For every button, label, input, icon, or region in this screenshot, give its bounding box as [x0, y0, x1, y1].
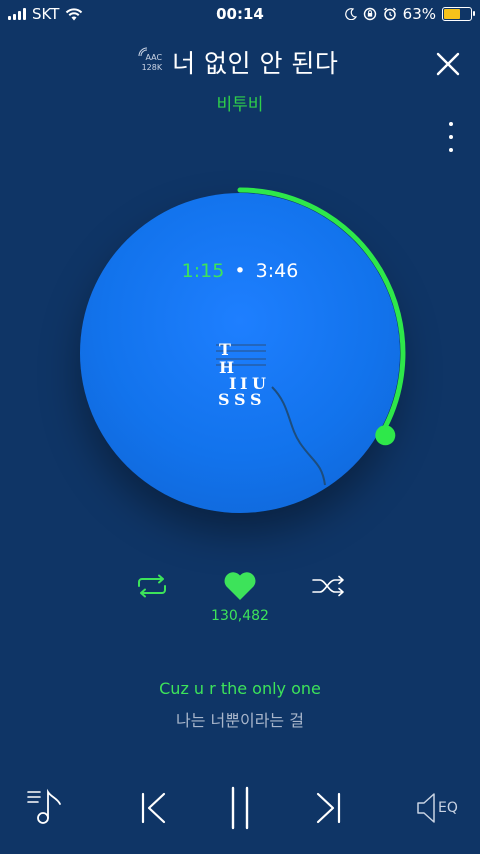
progress-knob[interactable]	[375, 425, 396, 446]
moon-icon	[344, 8, 357, 20]
lyric-next-line: 나는 너뿐이라는 걸	[176, 711, 304, 730]
eq-label: EQ	[438, 800, 458, 816]
like-heart-button[interactable]	[222, 570, 258, 602]
now-playing-header: AAC 128K 너 없인 안 된다 비투비	[0, 44, 480, 115]
player-disc-area: 1:15 • 3:46 T H I I U S S S	[60, 173, 420, 533]
artist-name[interactable]: 비투비	[0, 90, 480, 115]
more-options-button[interactable]	[444, 122, 458, 152]
status-bar: SKT 00:14 63%	[0, 0, 480, 28]
progress-arc	[237, 187, 406, 436]
more-dot	[449, 135, 453, 139]
rotation-lock-icon	[363, 7, 376, 21]
battery-fill	[444, 9, 461, 19]
lyrics-panel[interactable]: Cuz u r the only one 나는 너뿐이라는 걸	[0, 679, 480, 731]
like-count: 130,482	[211, 608, 269, 624]
song-title[interactable]: 너 없인 안 된다	[172, 44, 338, 80]
status-bar-right: 63%	[344, 5, 475, 23]
battery-percent: 63%	[402, 5, 436, 23]
streaming-icon	[138, 47, 147, 57]
more-dot	[449, 148, 453, 152]
equalizer-button[interactable]: EQ	[416, 792, 458, 824]
speaker-icon	[417, 793, 435, 823]
alarm-icon	[383, 7, 396, 21]
previous-track-button[interactable]	[140, 792, 168, 824]
next-track-button[interactable]	[314, 792, 342, 824]
battery-icon	[442, 7, 475, 21]
repeat-button[interactable]	[135, 574, 169, 598]
title-row: AAC 128K 너 없인 안 된다	[0, 44, 480, 80]
bottom-controls: EQ	[0, 778, 480, 838]
progress-ring[interactable]	[60, 173, 420, 533]
quality-bitrate: 128K	[141, 63, 163, 72]
playlist-button[interactable]	[26, 788, 66, 826]
close-button[interactable]	[434, 50, 462, 78]
shuffle-button[interactable]	[311, 574, 347, 598]
quality-badge: AAC 128K	[138, 47, 163, 73]
playback-options: 130,482	[0, 568, 480, 628]
lyric-current-line: Cuz u r the only one	[159, 679, 321, 698]
more-dot	[449, 122, 453, 126]
pause-button[interactable]	[228, 786, 252, 830]
